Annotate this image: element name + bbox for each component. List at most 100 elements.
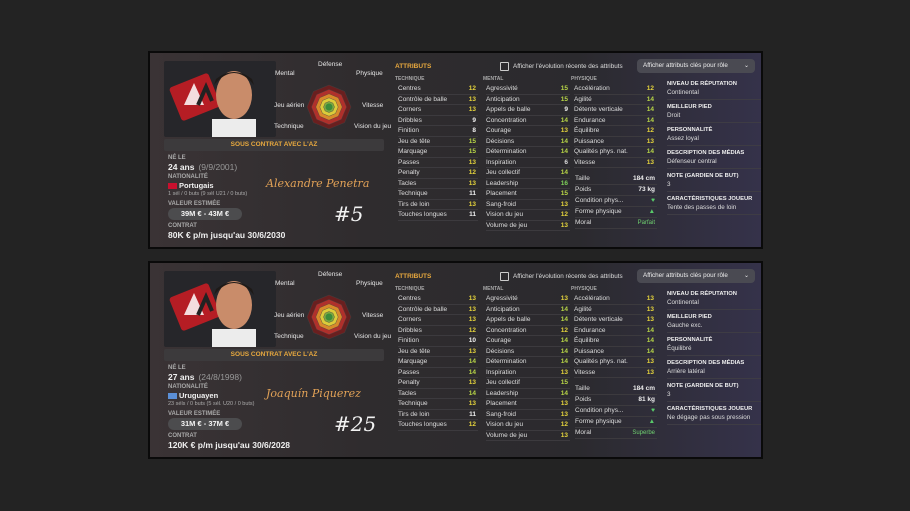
attribute-value: 12: [468, 326, 476, 334]
attribute-name: Dribbles: [398, 326, 422, 334]
attribute-row: Détermination 14: [486, 147, 570, 158]
attribute-name: Détermination: [486, 148, 527, 155]
radar-label: Mental: [275, 280, 295, 287]
technique-attributes: Centres 12 Contrôle de balle 13 Corners 13 Dri…: [398, 84, 478, 221]
attribute-value: 12: [468, 85, 476, 92]
attribute-value: 13: [468, 347, 476, 355]
attribute-row: Passes 14: [398, 368, 478, 378]
attribute-name: Inspiration: [486, 158, 516, 166]
contract-terms: 120K € p/m jusqu'au 30/6/2028: [168, 440, 291, 450]
attribute-row: Concentration 12: [486, 326, 570, 336]
attribute-value: 14: [646, 106, 654, 113]
condition-label: Condition phys...: [575, 197, 624, 204]
attribute-value: 8: [472, 127, 476, 134]
attribute-row: Sang-froid 13: [486, 410, 570, 420]
attribute-row: Touches longues 12: [398, 420, 478, 431]
radar-label: Physique: [356, 280, 383, 287]
attribute-value: 13: [560, 431, 568, 439]
attribute-name: Dribbles: [398, 116, 422, 124]
attribute-row: Penalty 13: [398, 378, 478, 389]
attribute-row: Corners 13: [398, 105, 478, 116]
attribute-value: 13: [560, 221, 568, 229]
attribute-value: 12: [468, 169, 476, 176]
attribute-row: Détente verticale 13: [574, 315, 656, 326]
morale-row: Moral Parfait: [575, 218, 657, 229]
morale-value: Parfait: [637, 220, 655, 226]
attribute-value: 14: [560, 137, 568, 145]
attribute-value: 14: [560, 347, 568, 355]
attribute-name: Vision du jeu: [486, 421, 524, 428]
attribute-value: 13: [468, 305, 476, 313]
nationality-label: NATIONALITÉ: [168, 384, 208, 390]
attribute-name: Agilité: [574, 95, 592, 103]
attribute-row: Agilité 14: [574, 95, 656, 105]
attribute-row: Endurance 14: [574, 116, 656, 126]
attribute-row: Tirs de loin 11: [398, 410, 478, 420]
attribute-name: Décisions: [486, 137, 515, 145]
radar-label: Jeu aérien: [274, 312, 305, 319]
radar-label: Vitesse: [362, 102, 384, 109]
mental-attributes: Agressivité 13 Anticipation 14 Appels de bal…: [486, 294, 570, 441]
attribute-name: Vision du jeu: [486, 211, 524, 218]
attribute-value: 13: [468, 295, 476, 302]
born-label: NÉ LE: [168, 155, 186, 161]
key-attributes-dropdown[interactable]: Afficher attributs clés pour rôle ⌄: [637, 59, 755, 73]
attribute-row: Finition 8: [398, 126, 478, 137]
attribute-name: Endurance: [574, 116, 606, 124]
evolution-label: Afficher l'évolution récente des attribu…: [513, 273, 623, 280]
attribute-row: Inspiration 13: [486, 368, 570, 378]
attribute-row: Appels de balle 14: [486, 315, 570, 326]
attribute-name: Touches longues: [398, 421, 447, 428]
attribute-row: Vitesse 13: [574, 158, 656, 168]
attribute-row: Marquage 15: [398, 147, 478, 158]
fitness-label: Forme physique: [575, 418, 622, 425]
attribute-value: 14: [560, 389, 568, 397]
attribute-value: 9: [564, 106, 568, 113]
height-row: Taille 184 cm: [575, 174, 657, 185]
attribute-name: Penalty: [398, 169, 420, 176]
attribute-name: Corners: [398, 106, 422, 113]
radar-label: Défense: [318, 271, 343, 278]
age-row: 24 ans (9/9/2001): [168, 162, 237, 172]
attribute-value: 16: [560, 179, 568, 187]
attribute-name: Technique: [398, 400, 428, 407]
attribute-name: Inspiration: [486, 368, 516, 376]
value-label: VALEUR ESTIMÉE: [168, 201, 221, 207]
attribute-name: Concentration: [486, 326, 527, 334]
attribute-name: Courage: [486, 127, 511, 134]
player-card-2: DéfensePhysiqueVitesseVision du jeuAttaq…: [148, 261, 763, 459]
attribute-value: 13: [468, 95, 476, 103]
attribute-name: Centres: [398, 295, 421, 302]
condition-row: Condition phys... ♥: [575, 196, 657, 207]
key-attributes-dropdown[interactable]: Afficher attributs clés pour rôle ⌄: [637, 269, 755, 283]
attribute-value: 13: [560, 410, 568, 418]
radar-label: Physique: [356, 70, 383, 77]
evolution-checkbox[interactable]: [500, 272, 509, 281]
chevron-down-icon: ⌄: [743, 63, 749, 69]
attribute-name: Équilibre: [574, 127, 600, 134]
attribute-value: 10: [468, 337, 476, 344]
attribute-value: 13: [646, 137, 654, 145]
player-details: NIVEAU DE RÉPUTATION Continental MEILLEUR …: [667, 77, 761, 219]
attribute-value: 12: [646, 85, 654, 92]
shirt-number: #25: [334, 412, 377, 436]
attribute-name: Leadership: [486, 389, 519, 397]
attribute-row: Placement 13: [486, 399, 570, 410]
player-overview: DéfensePhysiqueVitesseVision du jeuAttaq…: [156, 269, 391, 454]
attribute-name: Puissance: [574, 347, 604, 355]
attribute-row: Agressivité 13: [486, 294, 570, 305]
attribute-row: Marquage 14: [398, 357, 478, 368]
attribute-name: Touches longues: [398, 211, 447, 218]
attribute-row: Puissance 13: [574, 137, 656, 147]
gk-rating: 3: [667, 181, 761, 192]
player-overview: DéfensePhysiqueVitesseVision du jeuAttaq…: [156, 59, 391, 244]
flag-icon: [168, 183, 177, 190]
attribute-value: 13: [468, 179, 476, 187]
attribute-row: Technique 11: [398, 189, 478, 200]
attribute-name: Marquage: [398, 148, 428, 155]
attribute-name: Jeu de tête: [398, 137, 431, 145]
reputation: Continental: [667, 89, 761, 100]
morale-row: Moral Superbe: [575, 428, 657, 439]
evolution-checkbox[interactable]: [500, 62, 509, 71]
attribute-value: 13: [646, 295, 654, 302]
